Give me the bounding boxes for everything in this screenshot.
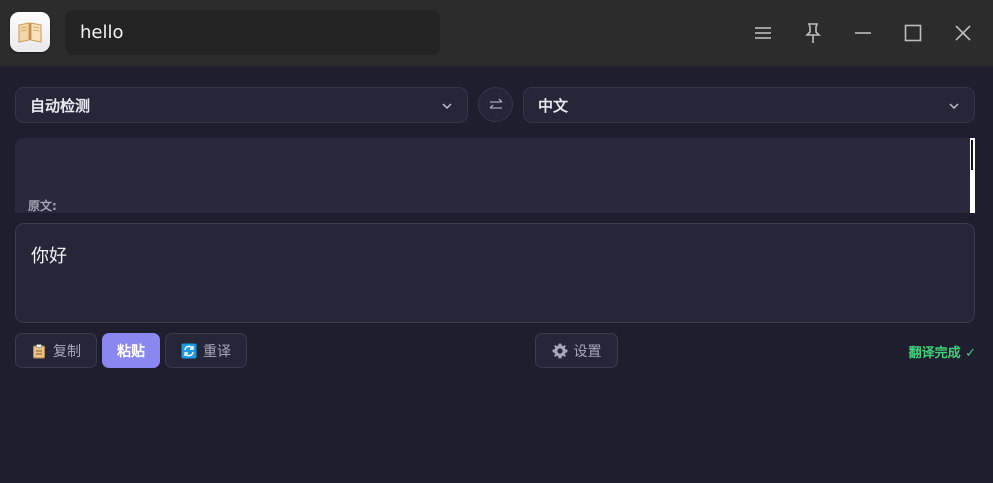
target-language-select[interactable]: 中文	[523, 87, 975, 123]
refresh-icon	[181, 343, 197, 358]
gear-icon	[552, 343, 567, 358]
search-input-value: hello	[80, 22, 124, 43]
source-label: 原文:	[28, 199, 57, 213]
paste-button-label: 粘贴	[117, 343, 145, 360]
app-logo-icon	[10, 12, 50, 52]
chevron-down-icon	[949, 103, 959, 110]
swap-languages-button[interactable]	[478, 87, 513, 122]
minimize-button[interactable]	[848, 18, 878, 48]
source-language-label: 自动检测	[30, 96, 91, 115]
source-scrollbar[interactable]	[970, 138, 975, 213]
copy-button-label: 复制	[53, 343, 81, 360]
maximize-icon	[904, 24, 922, 42]
clipboard-icon	[33, 343, 45, 358]
translation-result-text: 你好	[31, 246, 67, 267]
copy-button[interactable]: 复制	[15, 333, 97, 368]
close-icon	[955, 25, 971, 41]
chevron-down-icon	[442, 103, 452, 110]
retranslate-button[interactable]: 重译	[165, 333, 247, 368]
status-text: 翻译完成 ✓	[908, 346, 976, 361]
settings-button-label: 设置	[573, 343, 602, 360]
paste-button[interactable]: 粘贴	[102, 333, 160, 368]
pin-icon	[805, 23, 821, 43]
menu-button[interactable]	[748, 18, 778, 48]
pin-button[interactable]	[798, 18, 828, 48]
title-bar: hello	[0, 0, 993, 67]
settings-button[interactable]: 设置	[535, 333, 618, 368]
maximize-button[interactable]	[898, 18, 928, 48]
source-language-select[interactable]: 自动检测	[15, 87, 468, 123]
source-text-area[interactable]: 原文:	[15, 138, 975, 213]
retranslate-button-label: 重译	[203, 343, 231, 360]
swap-arrows-icon	[489, 98, 502, 109]
menu-icon	[755, 27, 771, 39]
minimize-icon	[855, 32, 871, 34]
target-language-label: 中文	[538, 96, 569, 115]
search-input[interactable]: hello	[65, 10, 440, 55]
translation-result-panel: 你好	[15, 223, 975, 323]
close-button[interactable]	[948, 18, 978, 48]
